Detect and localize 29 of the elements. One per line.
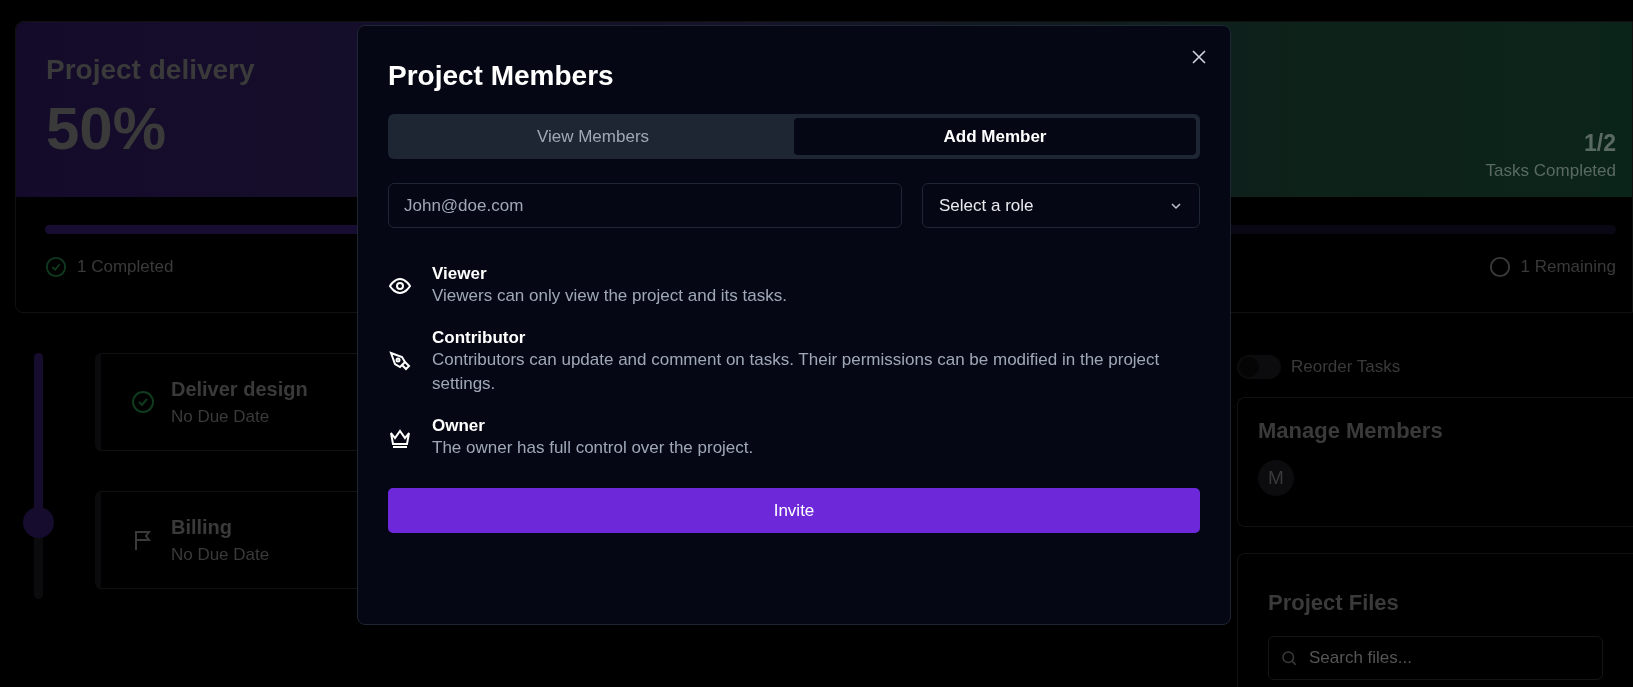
- role-name: Owner: [432, 416, 486, 436]
- reorder-label: Reorder Tasks: [1291, 357, 1401, 377]
- task-title: Deliver design: [170, 377, 308, 401]
- search-field[interactable]: Search files...: [1268, 636, 1603, 680]
- check-circle-icon: [45, 256, 67, 278]
- tab[interactable]: Add Member: [794, 118, 1196, 155]
- status-label: 1 Remaining: [1520, 257, 1616, 277]
- card-title: Project Files: [1268, 590, 1400, 616]
- timeline-handle[interactable]: [23, 506, 54, 538]
- role-name: Viewer: [432, 264, 488, 284]
- role-description: Viewers can only view the project and its tasks.: [432, 285, 787, 307]
- task-title: Billing: [170, 515, 234, 539]
- circle-icon: [1488, 256, 1511, 278]
- status-label: 1 Completed: [77, 257, 174, 277]
- email-field[interactable]: John@doe.com: [388, 183, 902, 228]
- search-icon: [1280, 649, 1298, 667]
- tab[interactable]: View Members: [392, 118, 794, 155]
- card-title: Manage Members: [1258, 418, 1444, 444]
- dialog-title: Project Members: [388, 60, 615, 92]
- task-count: 1/2: [1583, 130, 1616, 157]
- invite-button[interactable]: Invite: [388, 488, 1200, 533]
- close-icon[interactable]: [1190, 48, 1208, 66]
- task-due-date: No Due Date: [170, 406, 271, 427]
- role-select[interactable]: Select a role: [922, 183, 1200, 228]
- task-due-date: No Due Date: [170, 544, 270, 565]
- task-count-label: Tasks Completed: [1485, 161, 1616, 181]
- role-name: Contributor: [432, 328, 527, 348]
- role-description: The owner has full control over the project.: [432, 437, 754, 459]
- role-description: Contributors can update and comment on tasks. Their permissions can be modified in the project settings.: [432, 349, 1161, 395]
